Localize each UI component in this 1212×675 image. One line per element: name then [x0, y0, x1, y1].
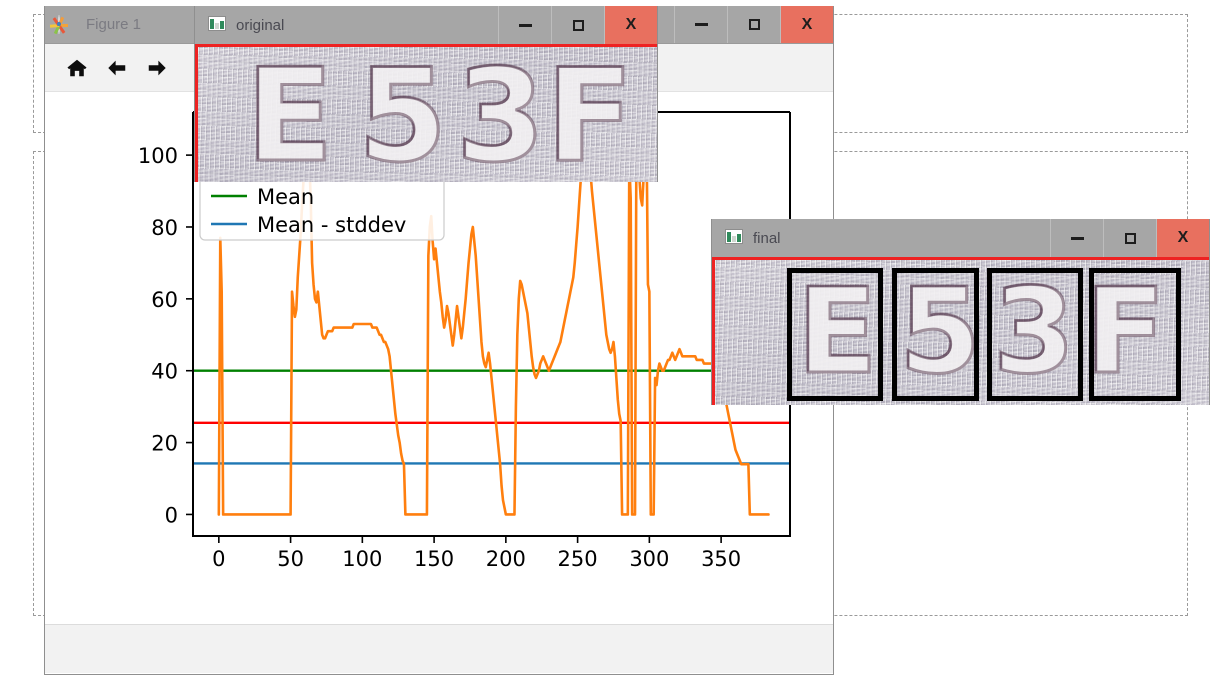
maximize-icon	[748, 19, 760, 30]
figure-window-title: Figure 1	[86, 16, 142, 33]
char-bounding-box	[892, 268, 979, 401]
final-title-area: final	[712, 219, 1050, 257]
final-maximize-button[interactable]	[1103, 219, 1156, 257]
svg-text:Mean: Mean	[257, 185, 314, 209]
minimize-icon	[1070, 236, 1084, 240]
original-image: E 5 3 F	[195, 44, 657, 182]
arrow-right-icon	[148, 60, 166, 75]
original-window-title: original	[236, 16, 285, 34]
minimize-icon	[694, 23, 708, 26]
emboss-char-E: E	[244, 44, 334, 182]
svg-text:300: 300	[629, 547, 669, 571]
svg-text:250: 250	[558, 547, 598, 571]
figure-window-controls: X	[674, 6, 833, 43]
figure-minimize-button[interactable]	[674, 6, 727, 43]
figure-statusbar	[45, 624, 833, 673]
minimize-icon	[518, 23, 532, 27]
svg-text:350: 350	[701, 547, 741, 571]
final-minimize-button[interactable]	[1050, 219, 1103, 257]
svg-text:60: 60	[151, 288, 178, 312]
figure-close-button[interactable]: X	[780, 6, 833, 43]
home-icon	[67, 59, 87, 76]
emboss-char-3: 3	[454, 44, 546, 182]
final-window-title: final	[753, 229, 781, 247]
svg-text:0: 0	[212, 547, 225, 571]
svg-text:50: 50	[277, 547, 304, 571]
char-bounding-box	[787, 268, 883, 401]
arrow-left-icon	[108, 60, 126, 75]
svg-text:Mean - stddev: Mean - stddev	[257, 213, 406, 237]
final-close-button[interactable]: X	[1156, 219, 1209, 257]
original-minimize-button[interactable]	[498, 6, 551, 44]
close-icon: X	[1177, 229, 1189, 246]
emboss-char-5: 5	[356, 44, 448, 182]
maximize-icon	[1124, 232, 1136, 244]
svg-text:200: 200	[486, 547, 526, 571]
original-image-window[interactable]: original X E 5 3 F	[194, 6, 658, 182]
emboss-char-F: F	[544, 44, 634, 182]
char-bounding-box	[1089, 268, 1181, 401]
svg-text:100: 100	[138, 144, 178, 168]
maximize-icon	[572, 19, 584, 31]
figure-maximize-button[interactable]	[727, 6, 780, 43]
back-button[interactable]	[97, 48, 137, 88]
original-titlebar[interactable]: original X	[195, 6, 657, 44]
forward-button[interactable]	[137, 48, 177, 88]
original-maximize-button[interactable]	[551, 6, 604, 44]
svg-text:150: 150	[414, 547, 454, 571]
opencv-window-icon	[725, 229, 743, 247]
char-bounding-box	[987, 268, 1083, 401]
final-titlebar[interactable]: final X	[712, 219, 1209, 257]
close-icon: X	[801, 15, 813, 33]
svg-text:40: 40	[151, 360, 178, 384]
screen: Figure 1 X 0 50 100 150 200 250 300 350 …	[0, 0, 1212, 675]
close-icon: X	[625, 16, 637, 33]
final-image-window[interactable]: final X E 5 3 F	[711, 219, 1210, 405]
opencv-window-icon	[208, 16, 226, 34]
home-button[interactable]	[57, 48, 97, 88]
svg-text:20: 20	[151, 432, 178, 456]
svg-text:100: 100	[342, 547, 382, 571]
matplotlib-logo-icon	[49, 14, 76, 35]
svg-text:0: 0	[165, 503, 178, 527]
svg-text:80: 80	[151, 216, 178, 240]
final-image: E 5 3 F	[712, 257, 1209, 405]
original-title-area: original	[195, 6, 498, 44]
original-window-controls: X	[498, 6, 657, 44]
final-window-controls: X	[1050, 219, 1209, 257]
original-close-button[interactable]: X	[604, 6, 657, 44]
